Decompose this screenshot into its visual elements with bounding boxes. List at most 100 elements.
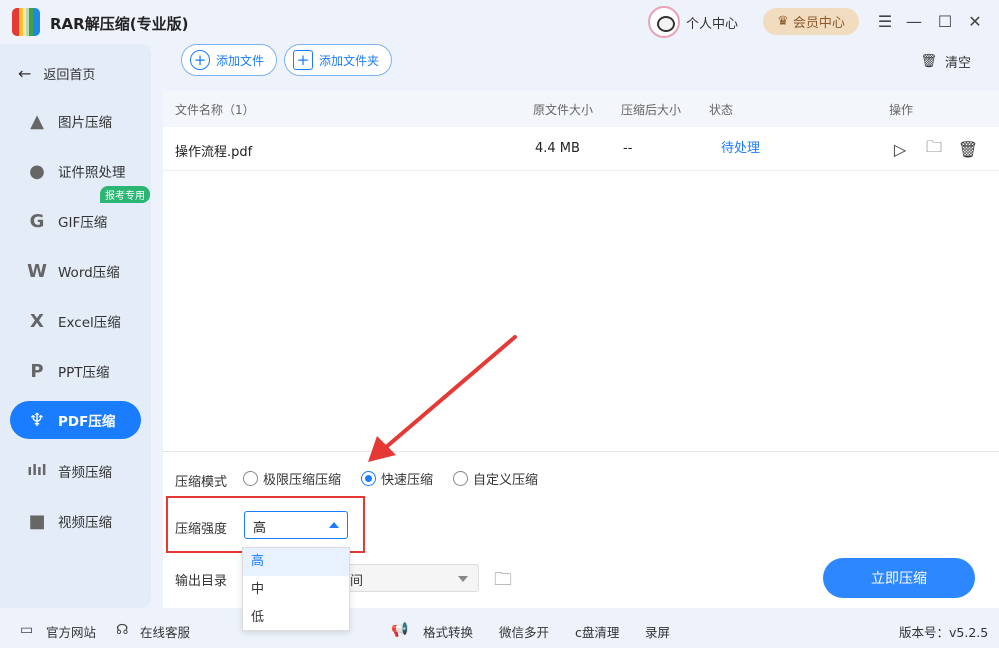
app-logo [12,8,40,36]
audio-icon: ılıl [27,463,47,479]
status-badge: 待处理 [721,141,761,156]
strength-value: 高 [253,521,267,536]
monitor-icon: ▭ [20,622,34,638]
strength-select[interactable]: 高 [244,511,348,539]
sidebar-item-pdf[interactable]: ♆ PDF压缩 [10,401,141,439]
compress-now-button[interactable]: 立即压缩 [823,558,975,598]
minimize-icon[interactable]: — [903,10,925,32]
mode-custom-radio[interactable]: 自定义压缩 [453,469,538,488]
strength-label: 压缩强度 [175,522,228,537]
sidebar-item-video[interactable]: ■ 视频压缩 [10,502,141,540]
caret-up-icon [329,522,339,528]
mode-label: 压缩模式 [175,475,228,490]
clear-label: 清空 [944,56,971,71]
orig-size: 4.4 MB [535,141,580,156]
output-dir-select[interactable]: 间 [341,564,479,592]
output-value: 间 [350,574,364,589]
screen-record-link[interactable]: 录屏 [645,622,670,641]
exam-badge: 报考专用 [100,186,150,203]
option-low[interactable]: 低 [243,604,349,632]
menu-icon[interactable]: ☰ [874,10,896,32]
file-name: 操作流程.pdf [175,145,253,160]
sidebar-item-audio[interactable]: ılıl 音频压缩 [10,452,141,490]
sidebar-item-label: GIF压缩 [58,215,108,231]
radio-icon [243,471,258,486]
sidebar-item-label: 图片压缩 [58,115,112,131]
c-drive-clean-link[interactable]: c盘清理 [575,622,619,641]
maximize-icon[interactable]: ☐ [934,10,956,32]
video-icon: ■ [28,510,46,532]
sidebar-item-label: Excel压缩 [58,315,121,331]
chevron-down-icon [458,576,468,582]
sidebar-item-excel[interactable]: X Excel压缩 [10,302,141,340]
mode-extreme-radio[interactable]: 极限压缩压缩 [243,469,341,488]
crown-icon: ♛ [777,14,789,29]
arrow-left-icon: ← [18,64,32,83]
sidebar-item-label: 证件照处理 [58,165,126,181]
add-folder-label: 添加文件夹 [319,53,380,68]
word-icon: W [27,260,47,282]
sidebar-item-label: 音频压缩 [58,465,112,481]
sidebar-item-word[interactable]: W Word压缩 [10,252,141,290]
col-name: 文件名称（1） [175,102,255,117]
personal-center-link[interactable]: 个人中心 [686,13,738,32]
trash-icon: 🗑 [920,54,937,69]
sidebar-item-gif[interactable]: G GIF压缩 [10,202,141,240]
option-medium[interactable]: 中 [243,576,349,604]
service-link[interactable]: 在线客服 [140,622,190,641]
table-row[interactable]: 操作流程.pdf 4.4 MB -- 待处理 ▷ 🗀 🗑 [163,127,999,171]
back-home-link[interactable]: ← 返回首页 [18,64,95,83]
col-status: 状态 [709,102,734,117]
sidebar: ← 返回首页 ▲ 图片压缩 ● 证件照处理 报考专用 G GIF压缩 W Wor… [0,44,151,608]
file-table: 文件名称（1） 原文件大小 压缩后大小 状态 操作 操作流程.pdf 4.4 M… [163,91,999,451]
folder-open-icon[interactable]: 🗀 [923,137,945,160]
mode-fast-label: 快速压缩 [381,473,434,488]
main-panel: + 添加文件 + 添加文件夹 🗑 清空 文件名称（1） 原文件大小 压缩后大小 … [163,44,999,631]
mode-custom-label: 自定义压缩 [473,473,539,488]
radio-checked-icon [361,471,376,486]
gif-icon: G [29,210,45,232]
col-comp-size: 压缩后大小 [621,102,682,117]
sidebar-item-ppt[interactable]: P PPT压缩 [10,352,141,390]
clear-button[interactable]: 🗑 清空 [920,52,971,71]
mode-fast-radio[interactable]: 快速压缩 [361,469,433,488]
folder-icon[interactable]: 🗀 [494,567,512,597]
website-link[interactable]: 官方网站 [46,622,96,641]
title-bar: RAR解压缩(专业版) 个人中心 ♛ 会员中心 ☰ — ☐ ✕ [0,0,999,44]
footer: ▭ 官方网站 ☊ 在线客服 📢 格式转换 微信多开 c盘清理 录屏 版本号：v5… [0,608,999,648]
version-label: 版本号：v5.2.5 [899,625,989,640]
close-icon[interactable]: ✕ [964,10,986,32]
add-file-button[interactable]: + 添加文件 [181,44,278,76]
sidebar-item-image[interactable]: ▲ 图片压缩 [10,102,141,140]
sidebar-item-label: PDF压缩 [58,414,116,430]
play-icon[interactable]: ▷ [889,138,911,160]
excel-icon: X [30,310,44,332]
add-folder-button[interactable]: + 添加文件夹 [284,44,393,76]
radio-icon [453,471,468,486]
sidebar-item-id-photo[interactable]: ● 证件照处理 [10,152,141,190]
headset-icon: ☊ [116,622,129,638]
sidebar-item-label: Word压缩 [58,265,120,281]
format-convert-link[interactable]: 格式转换 [423,622,473,641]
vip-center-button[interactable]: ♛ 会员中心 [763,8,859,35]
vip-center-label: 会员中心 [792,16,845,31]
option-high[interactable]: 高 [243,548,349,576]
app-title: RAR解压缩(专业版) [50,15,189,33]
pdf-icon: ♆ [28,409,46,431]
image-icon: ▲ [30,110,44,132]
back-home-label: 返回首页 [43,68,96,83]
avatar[interactable] [648,6,680,38]
add-file-label: 添加文件 [216,53,265,68]
wechat-multi-link[interactable]: 微信多开 [499,622,549,641]
settings-panel: 压缩模式 极限压缩压缩 快速压缩 自定义压缩 压缩强度 高 高 中 低 输出目录… [163,451,999,631]
col-orig-size: 原文件大小 [533,102,594,117]
col-ops: 操作 [889,102,914,117]
megaphone-icon: 📢 [391,622,409,638]
delete-icon[interactable]: 🗑 [957,138,979,160]
plus-circle-icon: + [190,50,210,70]
ppt-icon: P [30,360,44,382]
mode-extreme-label: 极限压缩压缩 [263,473,342,488]
output-label: 输出目录 [175,574,228,589]
id-photo-icon: ● [29,160,45,182]
strength-dropdown: 高 中 低 [242,547,350,631]
